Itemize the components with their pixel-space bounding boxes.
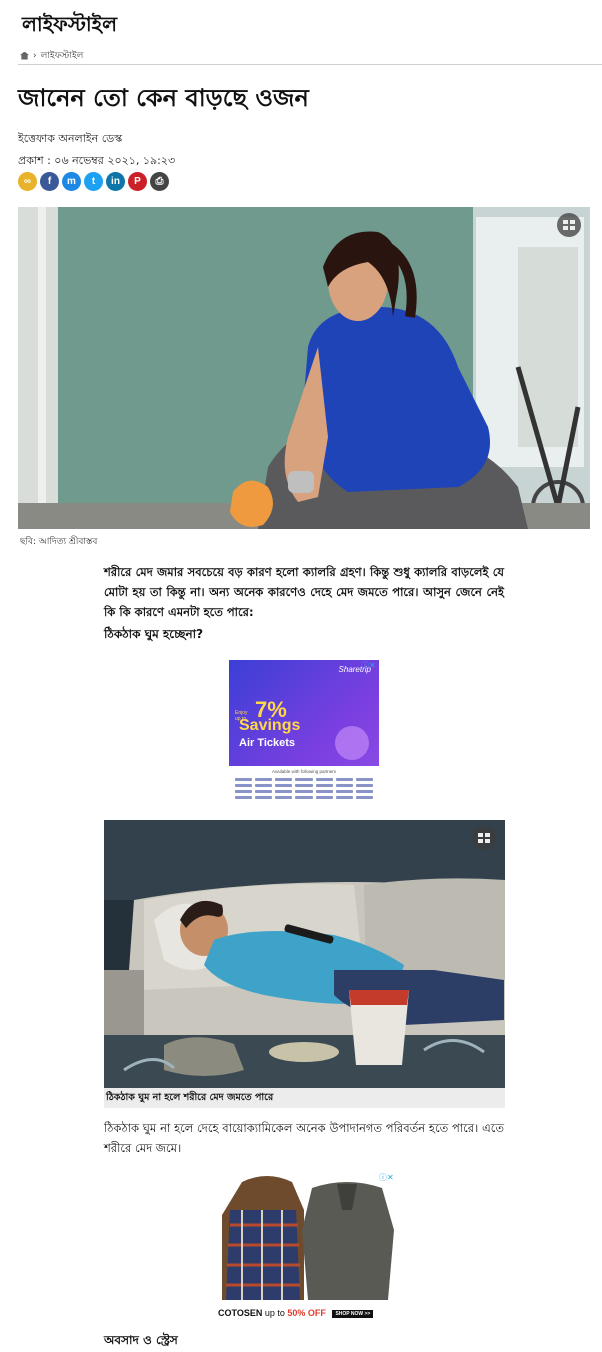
image-caption: ঠিকঠাক ঘুম না হলে শরীরে মেদ জমতে পারে: [104, 1088, 505, 1108]
ad-partner-logo: [235, 778, 253, 781]
ad-partner-logo: [275, 796, 293, 799]
article-subheading: অবসাদ ও স্ট্রেস: [104, 1333, 178, 1347]
ad-partners-panel: Available with following partners: [229, 766, 379, 800]
article-paragraph: ঠিকঠাক ঘুম না হলে দেহে বায়োক্যামিকেল অন…: [104, 1121, 504, 1155]
ad-partner-logo: [235, 784, 253, 787]
ad-partner-logo: [275, 778, 293, 781]
ad-banner-cotosen[interactable]: COTOSEN up to 50% OFF SHOP NOW >>: [212, 1170, 397, 1322]
ad-partner-logo: [315, 784, 333, 787]
ad-partner-logo: [295, 784, 313, 787]
ad-partners-label: Available with following partners: [272, 769, 336, 774]
article-byline: ইত্তেফাক অনলাইন ডেস্ক: [18, 132, 123, 145]
header-divider: [18, 64, 602, 65]
linkedin-icon[interactable]: in: [106, 172, 125, 191]
ad-savings-text: Savings: [239, 717, 301, 734]
breadcrumb-separator: ›: [33, 50, 37, 61]
ad-offer-prefix: up to: [264, 1308, 285, 1318]
gallery-icon[interactable]: [557, 213, 581, 237]
ad-partner-logo: [275, 790, 293, 793]
ad-product-image: [222, 1176, 394, 1300]
hero-caption: ছবি: আদিত্য শ্রীবাস্তব: [20, 537, 98, 547]
ad-partner-logo: [315, 778, 333, 781]
article-paragraph: শরীরে মেদ জমার সবচেয়ে বড় কারণ হলো ক্যা…: [104, 565, 504, 619]
copy-link-icon[interactable]: ∞: [18, 172, 37, 191]
breadcrumb-current[interactable]: লাইফস্টাইল: [41, 48, 84, 63]
ad-partner-logo: [255, 796, 273, 799]
messenger-icon[interactable]: m: [62, 172, 81, 191]
ad-partner-logo: [335, 784, 353, 787]
ad-offer: 50% OFF: [287, 1308, 326, 1318]
article-headline: জানেন তো কেন বাড়ছে ওজন: [18, 84, 309, 112]
ad-partner-logo: [295, 790, 313, 793]
hero-image[interactable]: [18, 207, 590, 529]
ad-partner-logo: [335, 790, 353, 793]
ad-partner-logo: [355, 778, 373, 781]
ad-decoration: [335, 726, 369, 760]
ad-tickets-text: Air Tickets: [239, 737, 296, 749]
ad-partner-logo: [355, 796, 373, 799]
ad-partner-logos: [235, 778, 373, 799]
ad-partner-logo: [335, 796, 353, 799]
ad-partner-logo: [255, 790, 273, 793]
ad-partner-logo: [355, 784, 373, 787]
ad-partner-logo: [295, 778, 313, 781]
gallery-icon[interactable]: [472, 826, 496, 850]
home-icon[interactable]: [20, 51, 29, 60]
ad-partner-logo: [255, 778, 273, 781]
sleep-photo: [104, 820, 505, 1088]
twitter-icon[interactable]: t: [84, 172, 103, 191]
ad-partner-logo: [235, 790, 253, 793]
article-published-date: প্রকাশ : ০৬ নভেম্বর ২০২১, ১৯:২৩: [18, 154, 176, 167]
ad-choices-icon[interactable]: ⓘ✕: [361, 660, 376, 671]
ad-partner-logo: [355, 790, 373, 793]
ad-partner-logo: [335, 778, 353, 781]
article-image-sleep[interactable]: [104, 820, 505, 1088]
hero-photo: [18, 207, 590, 529]
print-icon[interactable]: ⎙: [150, 172, 169, 191]
ad-banner-sharetrip[interactable]: Sharetrip Enjoy up to 7% Savings Air Tic…: [229, 660, 379, 800]
facebook-icon[interactable]: f: [40, 172, 59, 191]
pinterest-icon[interactable]: P: [128, 172, 147, 191]
ad-partner-logo: [255, 784, 273, 787]
ad-partner-logo: [275, 784, 293, 787]
ad-partner-logo: [235, 796, 253, 799]
ad-partner-logo: [315, 790, 333, 793]
ad-partner-logo: [295, 796, 313, 799]
ad-shop-now-button[interactable]: SHOP NOW >>: [332, 1309, 374, 1318]
ad-offer-line: COTOSEN up to 50% OFF SHOP NOW >>: [218, 1308, 374, 1318]
breadcrumb: › লাইফস্টাইল: [20, 48, 83, 63]
ad-partner-logo: [315, 796, 333, 799]
section-title[interactable]: লাইফস্টাইল: [22, 10, 117, 43]
share-bar: ∞ f m t in P ⎙: [18, 172, 169, 191]
article-subheading: ঠিকঠাক ঘুম হচ্ছেনা?: [104, 627, 204, 641]
ad-brand: COTOSEN: [218, 1308, 263, 1318]
ad-choices-icon[interactable]: ⓘ✕: [379, 1172, 394, 1183]
